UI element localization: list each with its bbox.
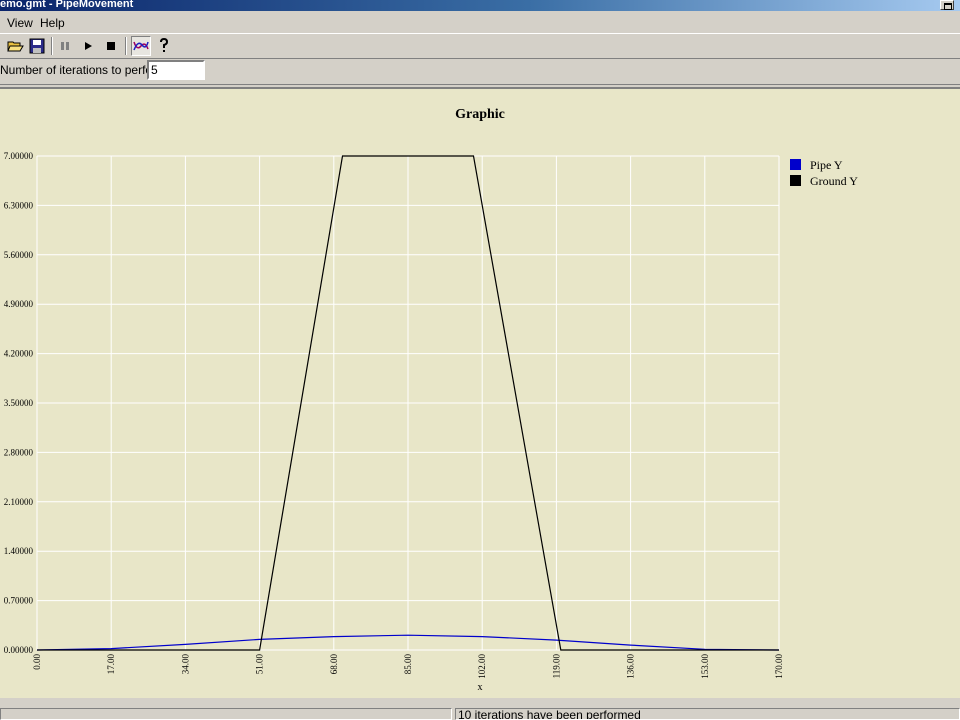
x-tick-label: 68.00 xyxy=(329,654,339,675)
graph-button[interactable] xyxy=(131,36,151,56)
legend-label: Pipe Y xyxy=(810,158,843,172)
x-axis-label: x xyxy=(478,682,483,693)
x-tick-label: 0.00 xyxy=(32,654,42,670)
play-button[interactable] xyxy=(78,36,98,56)
y-tick-label: 7.00000 xyxy=(4,151,34,161)
y-tick-label: 2.10000 xyxy=(4,497,34,507)
x-tick-label: 34.00 xyxy=(180,654,190,675)
toolbar-separator xyxy=(125,37,127,55)
iterations-bar: Number of iterations to perform xyxy=(0,59,960,85)
pause-icon xyxy=(61,42,69,50)
help-icon xyxy=(160,37,169,52)
status-message: 10 iterations have been performed xyxy=(455,708,960,720)
iterations-input[interactable] xyxy=(147,60,205,80)
x-tick-label: 119.00 xyxy=(551,654,561,679)
y-tick-label: 5.60000 xyxy=(4,250,34,260)
y-tick-label: 2.80000 xyxy=(4,447,34,457)
pause-button[interactable] xyxy=(55,36,75,56)
chart-title: Graphic xyxy=(455,107,505,122)
open-icon xyxy=(7,41,24,52)
menu-bar: View Help xyxy=(0,12,960,32)
legend-label: Ground Y xyxy=(810,174,858,188)
restore-button[interactable] xyxy=(940,0,954,10)
open-button[interactable] xyxy=(5,36,25,56)
stop-icon xyxy=(107,42,115,50)
y-tick-label: 1.40000 xyxy=(4,546,34,556)
x-tick-label: 85.00 xyxy=(403,654,413,675)
y-tick-label: 0.70000 xyxy=(4,596,34,606)
x-tick-label: 136.00 xyxy=(626,654,636,679)
x-tick-label: 153.00 xyxy=(700,654,710,679)
status-bar: 10 iterations have been performed xyxy=(0,700,960,720)
y-tick-label: 6.30000 xyxy=(4,200,34,210)
y-tick-label: 4.20000 xyxy=(4,349,34,359)
iterations-label: Number of iterations to perform xyxy=(0,63,167,77)
x-tick-label: 170.00 xyxy=(774,654,784,679)
x-tick-label: 102.00 xyxy=(477,654,487,679)
title-bar: emo.gmt - PipeMovement xyxy=(0,0,960,11)
stop-button[interactable] xyxy=(101,36,121,56)
y-tick-label: 4.90000 xyxy=(4,299,34,309)
graph-panel: Graphic 0.00000 0.70000 1.40000 2.10000 2.800… xyxy=(0,87,960,698)
graph-icon xyxy=(133,41,149,51)
play-icon xyxy=(85,42,92,50)
legend-swatch xyxy=(790,159,801,170)
menu-view[interactable]: View xyxy=(7,16,33,30)
x-tick-label: 17.00 xyxy=(106,654,116,675)
toolbar-separator xyxy=(51,37,53,55)
x-tick-label: 51.00 xyxy=(255,654,265,675)
menu-help[interactable]: Help xyxy=(40,16,65,30)
y-tick-label: 0.00000 xyxy=(4,645,34,655)
save-icon xyxy=(29,38,45,54)
status-pane-left xyxy=(0,708,452,720)
line-chart: Graphic 0.00000 0.70000 1.40000 2.10000 2.800… xyxy=(0,89,960,698)
save-button[interactable] xyxy=(27,36,47,56)
help-button[interactable] xyxy=(154,36,174,56)
y-tick-label: 3.50000 xyxy=(4,398,34,408)
legend-swatch xyxy=(790,175,801,186)
toolbar xyxy=(0,33,960,59)
window-title: emo.gmt - PipeMovement xyxy=(0,0,134,10)
